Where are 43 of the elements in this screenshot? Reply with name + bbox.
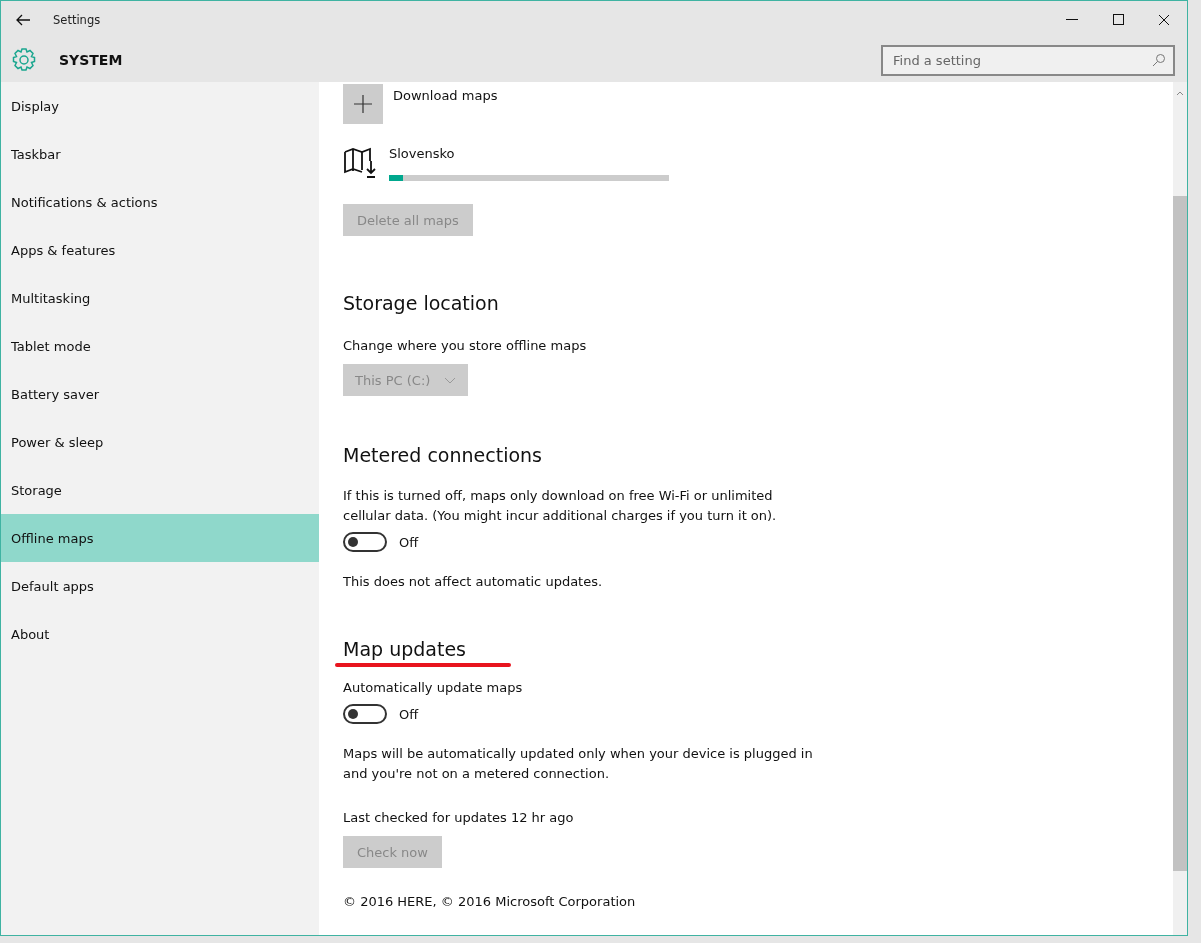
sidebar-item[interactable]: Notifications & actions: [1, 178, 319, 226]
sidebar-item[interactable]: Taskbar: [1, 130, 319, 178]
toggle-state-label: Off: [399, 706, 419, 722]
section-description: Automatically update maps: [343, 679, 523, 697]
section-heading: Metered connections: [343, 444, 542, 466]
map-name: Slovensko: [389, 146, 455, 161]
window-title: Settings: [53, 12, 102, 27]
chevron-down-icon: [444, 376, 457, 384]
sidebar-item[interactable]: Battery saver: [1, 370, 319, 418]
minimize-icon: [1066, 18, 1078, 21]
section-description: If this is turned off, maps only download on free Wi-Fi or unlimited cellular data. (You might incur additional charges if you turn it on).: [343, 487, 778, 525]
sidebar-item[interactable]: About: [1, 610, 319, 658]
toggle-switch[interactable]: [343, 532, 387, 552]
toggle-state-label: Off: [399, 534, 419, 550]
scrollbar[interactable]: [1173, 82, 1187, 935]
section-description: Change where you store offline maps: [343, 337, 587, 355]
gear-icon: [11, 47, 37, 73]
section-heading: Storage location: [343, 292, 499, 314]
section-note: Maps will be automatically updated only when your device is plugged in and you're not on a metered connection.: [343, 745, 813, 783]
map-download-icon: [343, 146, 377, 180]
search-field[interactable]: Find a setting: [881, 44, 1175, 76]
plus-icon: [354, 95, 372, 113]
sidebar-item[interactable]: Offline maps: [1, 514, 319, 562]
section-note: This does not affect automatic updates.: [343, 573, 603, 591]
download-maps-button[interactable]: [343, 84, 383, 124]
search-icon: [1152, 52, 1166, 67]
sidebar-item[interactable]: Default apps: [1, 562, 319, 610]
section-heading: Map updates: [343, 638, 466, 660]
last-checked-text: Last checked for updates 12 hr ago: [343, 809, 574, 827]
toggle-switch[interactable]: [343, 704, 387, 724]
sidebar-item[interactable]: Storage: [1, 466, 319, 514]
sidebar-item[interactable]: Tablet mode: [1, 322, 319, 370]
sidebar-item[interactable]: Multitasking: [1, 274, 319, 322]
back-arrow-icon[interactable]: [15, 13, 31, 26]
section-title: SYSTEM: [59, 52, 124, 68]
maximize-icon: [1112, 14, 1124, 25]
download-maps-label: Download maps: [393, 88, 498, 103]
sidebar-item[interactable]: Power & sleep: [1, 418, 319, 466]
scroll-up-icon[interactable]: [1176, 90, 1184, 96]
sidebar-item[interactable]: Display: [1, 82, 319, 130]
close-icon: [1158, 13, 1170, 26]
copyright-text: © 2016 HERE, © 2016 Microsoft Corporation: [343, 893, 637, 911]
sidebar-item[interactable]: Apps & features: [1, 226, 319, 274]
